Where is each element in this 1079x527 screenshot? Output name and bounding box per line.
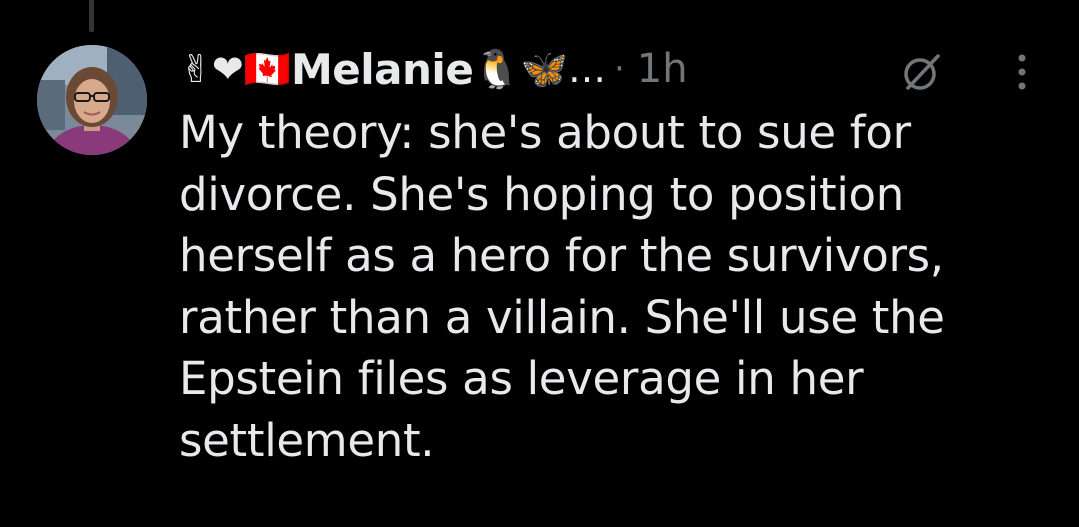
reply-timestamp[interactable]: 1h <box>637 46 688 92</box>
avatar-photo <box>37 45 147 155</box>
thread-connector-line <box>89 0 94 32</box>
author-emoji-prefix: ✌❤🇨🇦 <box>180 47 291 91</box>
header-separator: · <box>613 49 625 89</box>
reply-text: My theory: she's about to sue for divorc… <box>179 106 945 467</box>
more-options-icon[interactable] <box>1009 52 1035 92</box>
author-name[interactable]: Melanie <box>291 45 474 94</box>
grok-icon[interactable] <box>900 50 944 94</box>
avatar[interactable] <box>37 45 147 155</box>
author-emoji-suffix: 🐧🦋… <box>473 47 606 91</box>
